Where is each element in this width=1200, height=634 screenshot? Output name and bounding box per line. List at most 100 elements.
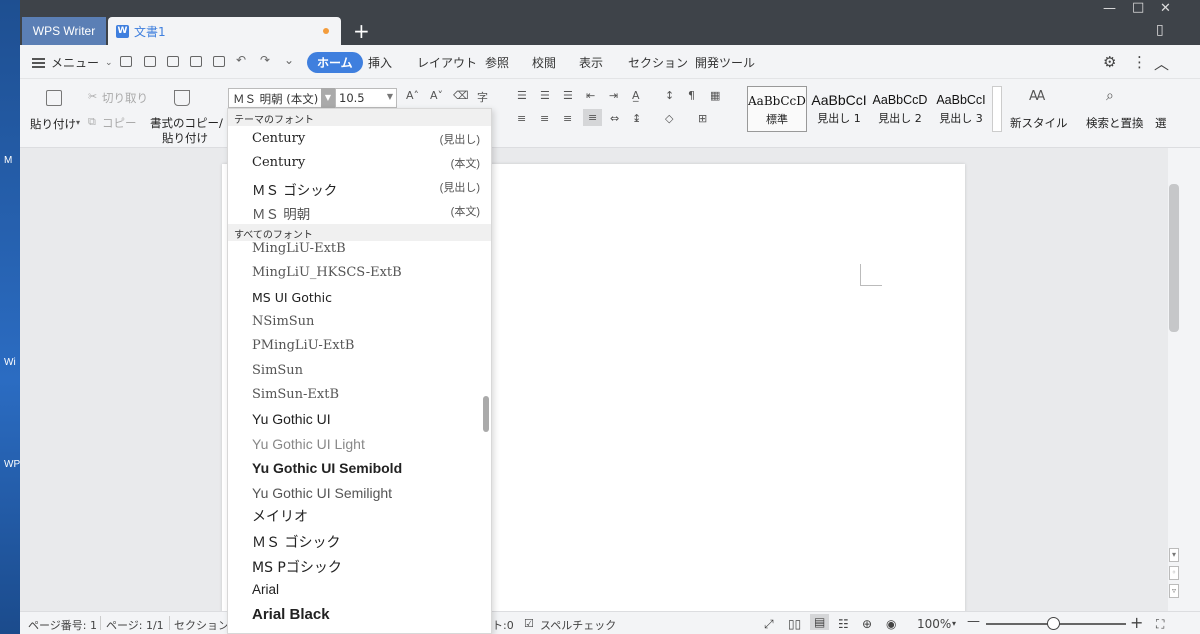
font-option[interactable]: SimSun: [252, 363, 488, 378]
save-icon[interactable]: [144, 56, 156, 67]
maximize-icon[interactable]: □: [1132, 0, 1144, 15]
document-tab[interactable]: W 文書1: [108, 17, 341, 45]
show-marks-icon[interactable]: ¶: [688, 89, 695, 102]
format-painter-label-2[interactable]: 貼り付け: [162, 130, 208, 146]
font-option[interactable]: PMingLiU-ExtB: [252, 338, 488, 353]
justify-icon[interactable]: ≡: [583, 109, 603, 126]
close-icon[interactable]: ✕: [1160, 1, 1171, 16]
font-option[interactable]: SimSun-ExtB: [252, 387, 488, 402]
style-normal[interactable]: AaBbCcDd 標準: [747, 86, 807, 132]
chevron-down-icon[interactable]: ▾: [952, 619, 956, 628]
scrollbar-thumb[interactable]: [1169, 184, 1179, 332]
font-option[interactable]: Arial: [252, 582, 488, 597]
next-page-icon[interactable]: ▿: [1169, 584, 1179, 598]
multilevel-list-icon[interactable]: ☰: [563, 89, 573, 102]
decrease-indent-icon[interactable]: ⇤: [586, 89, 595, 102]
desktop-icon-label[interactable]: WP: [4, 459, 20, 470]
status-spellcheck[interactable]: スペルチェック: [540, 617, 616, 633]
tab-section[interactable]: セクション: [628, 54, 688, 71]
font-dropdown-arrow-icon[interactable]: ▼: [321, 88, 335, 108]
tab-insert[interactable]: 挿入: [368, 54, 392, 71]
app-tab[interactable]: WPS Writer: [22, 17, 106, 45]
zoom-slider-handle[interactable]: [1047, 617, 1060, 630]
tab-developer[interactable]: 開発ツール: [695, 54, 755, 71]
distributed-icon[interactable]: ⇔: [610, 112, 619, 125]
spellcheck-icon[interactable]: ☑: [524, 617, 534, 630]
new-style-button[interactable]: 新スタイル: [1010, 115, 1068, 131]
tab-references[interactable]: 参照: [485, 54, 509, 71]
style-heading-2[interactable]: AaBbCcD 見出し 2: [870, 86, 930, 132]
font-option[interactable]: MingLiU_HKSCS-ExtB: [252, 265, 488, 280]
find-replace-button[interactable]: 検索と置換: [1086, 115, 1144, 131]
copy-button[interactable]: コピー: [102, 115, 137, 131]
outline-view-icon[interactable]: ☷: [838, 617, 849, 631]
page-view-icon[interactable]: ▤: [810, 614, 830, 630]
tab-layout[interactable]: レイアウト: [417, 54, 477, 71]
zoom-out-button[interactable]: —: [967, 614, 980, 629]
style-heading-3[interactable]: AaBbCcI 見出し 3: [931, 86, 991, 132]
line-spacing-icon[interactable]: ↨: [632, 112, 641, 125]
new-tab-button[interactable]: +: [353, 17, 370, 45]
font-option[interactable]: Yu Gothic UI Semibold: [252, 460, 488, 476]
font-option[interactable]: Century (本文): [252, 155, 488, 170]
border-icon[interactable]: ▦: [710, 89, 720, 102]
clipboard-icon[interactable]: [46, 90, 62, 106]
font-option[interactable]: Yu Gothic UI Semilight: [252, 485, 488, 501]
font-option[interactable]: ＭＳ ゴシック (見出し): [252, 179, 488, 199]
prev-page-icon[interactable]: ◦: [1169, 566, 1179, 580]
open-file-icon[interactable]: [120, 56, 132, 67]
align-right-icon[interactable]: ≡: [563, 112, 572, 125]
fullscreen-icon[interactable]: ⤢: [764, 617, 774, 632]
font-name-input[interactable]: ＭＳ 明朝 (本文): [228, 88, 336, 108]
font-option[interactable]: Arial Black: [252, 606, 488, 623]
web-view-icon[interactable]: ⊕: [862, 617, 872, 631]
increase-indent-icon[interactable]: ⇥: [609, 89, 618, 102]
desktop-icon-label[interactable]: Wi: [4, 357, 16, 368]
font-option[interactable]: MingLiU-ExtB: [252, 241, 488, 256]
main-menu-button[interactable]: メニュー ⌄: [32, 54, 113, 71]
chevron-down-icon[interactable]: ▾: [76, 118, 80, 127]
tab-view[interactable]: 表示: [579, 54, 603, 71]
paste-button[interactable]: 貼り付け: [30, 116, 76, 132]
reading-mode-icon[interactable]: ▯▯: [788, 617, 801, 631]
dropdown-scrollbar-thumb[interactable]: [483, 396, 489, 432]
font-option[interactable]: Century (見出し): [252, 131, 488, 146]
redo-icon[interactable]: ↷: [260, 53, 270, 67]
vertical-scrollbar[interactable]: ▾ ◦ ▿: [1168, 148, 1200, 611]
collapse-ribbon-icon[interactable]: ︿: [1154, 53, 1169, 74]
tab-home[interactable]: ホーム: [307, 52, 363, 73]
numbering-icon[interactable]: ☰: [540, 89, 550, 102]
print-preview-icon[interactable]: [213, 56, 225, 67]
scroll-down-icon[interactable]: ▾: [1169, 548, 1179, 562]
new-style-icon[interactable]: Ꜳ: [1029, 89, 1045, 104]
fit-page-icon[interactable]: ⛶: [1156, 617, 1164, 632]
status-page[interactable]: ページ: 1/1: [106, 617, 164, 633]
font-option[interactable]: MS UI Gothic: [252, 290, 488, 305]
text-direction-icon[interactable]: A̲: [632, 89, 640, 102]
minimize-icon[interactable]: —: [1103, 1, 1116, 16]
phonetic-guide-icon[interactable]: 字: [477, 89, 488, 105]
grow-font-icon[interactable]: A˄: [406, 89, 419, 102]
table-border-icon[interactable]: ⊞: [698, 112, 707, 125]
format-painter-icon[interactable]: [174, 90, 190, 106]
zoom-level[interactable]: 100%: [917, 617, 951, 631]
font-dropdown-list[interactable]: テーマのフォント Century (見出し) Century (本文) ＭＳ ゴ…: [227, 108, 492, 634]
status-page-number[interactable]: ページ番号: 1: [28, 617, 97, 633]
undo-icon[interactable]: ↶: [236, 53, 246, 67]
font-option[interactable]: ＭＳ 明朝 (本文): [252, 203, 488, 223]
sidebar-toggle-icon[interactable]: ▯: [1156, 22, 1164, 38]
select-button[interactable]: 選: [1155, 115, 1167, 131]
sort-icon[interactable]: ↕: [665, 89, 674, 102]
clear-format-icon[interactable]: ⌫: [453, 89, 469, 102]
format-painter-label[interactable]: 書式のコピー/: [150, 115, 223, 131]
shrink-font-icon[interactable]: A˅: [430, 89, 443, 102]
desktop-icon-label[interactable]: M: [4, 155, 12, 166]
font-option[interactable]: Yu Gothic UI Light: [252, 436, 488, 452]
tab-review[interactable]: 校閲: [532, 54, 556, 71]
gear-icon[interactable]: ⚙: [1103, 53, 1116, 71]
save-as-icon[interactable]: [167, 56, 179, 67]
shading-icon[interactable]: ◇: [665, 112, 673, 125]
font-option[interactable]: MS Pゴシック: [252, 557, 488, 577]
align-left-icon[interactable]: ≡: [517, 112, 526, 125]
print-icon[interactable]: [190, 56, 202, 67]
